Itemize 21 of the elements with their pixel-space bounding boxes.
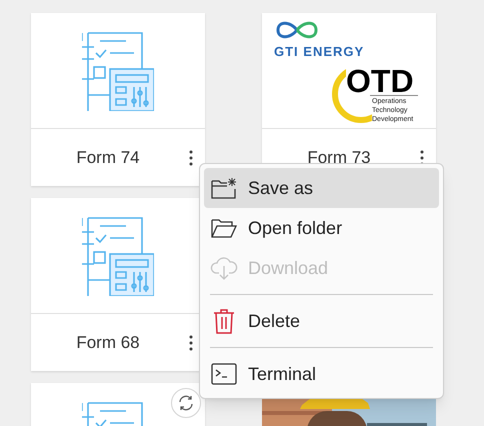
card-title: Form 74 [75,146,141,169]
card-title: Form 73 [306,146,372,169]
menu-item[interactable]: Open folder [204,208,439,248]
cloud-download-icon [210,256,238,280]
form-settings-icon [82,30,154,110]
folder-star-icon [211,177,237,199]
terminal-icon [211,363,237,385]
trash-icon [213,308,235,334]
more-options-icon[interactable] [189,334,193,350]
card-title: Form 68 [75,332,141,354]
menu-item[interactable]: Terminal [204,354,439,394]
folder-icon [211,217,237,239]
logo-mark: OTD [346,65,414,97]
form-settings-icon [82,216,154,296]
more-options-icon[interactable] [189,150,193,166]
menu-item[interactable]: Save as [204,168,439,208]
infinity-logo-icon [274,19,320,41]
refresh-icon [177,394,195,412]
brand-name: GTI ENERGY [274,45,364,58]
menu-item[interactable]: Delete [204,301,439,341]
form-card[interactable]: Form 74 [31,13,205,186]
